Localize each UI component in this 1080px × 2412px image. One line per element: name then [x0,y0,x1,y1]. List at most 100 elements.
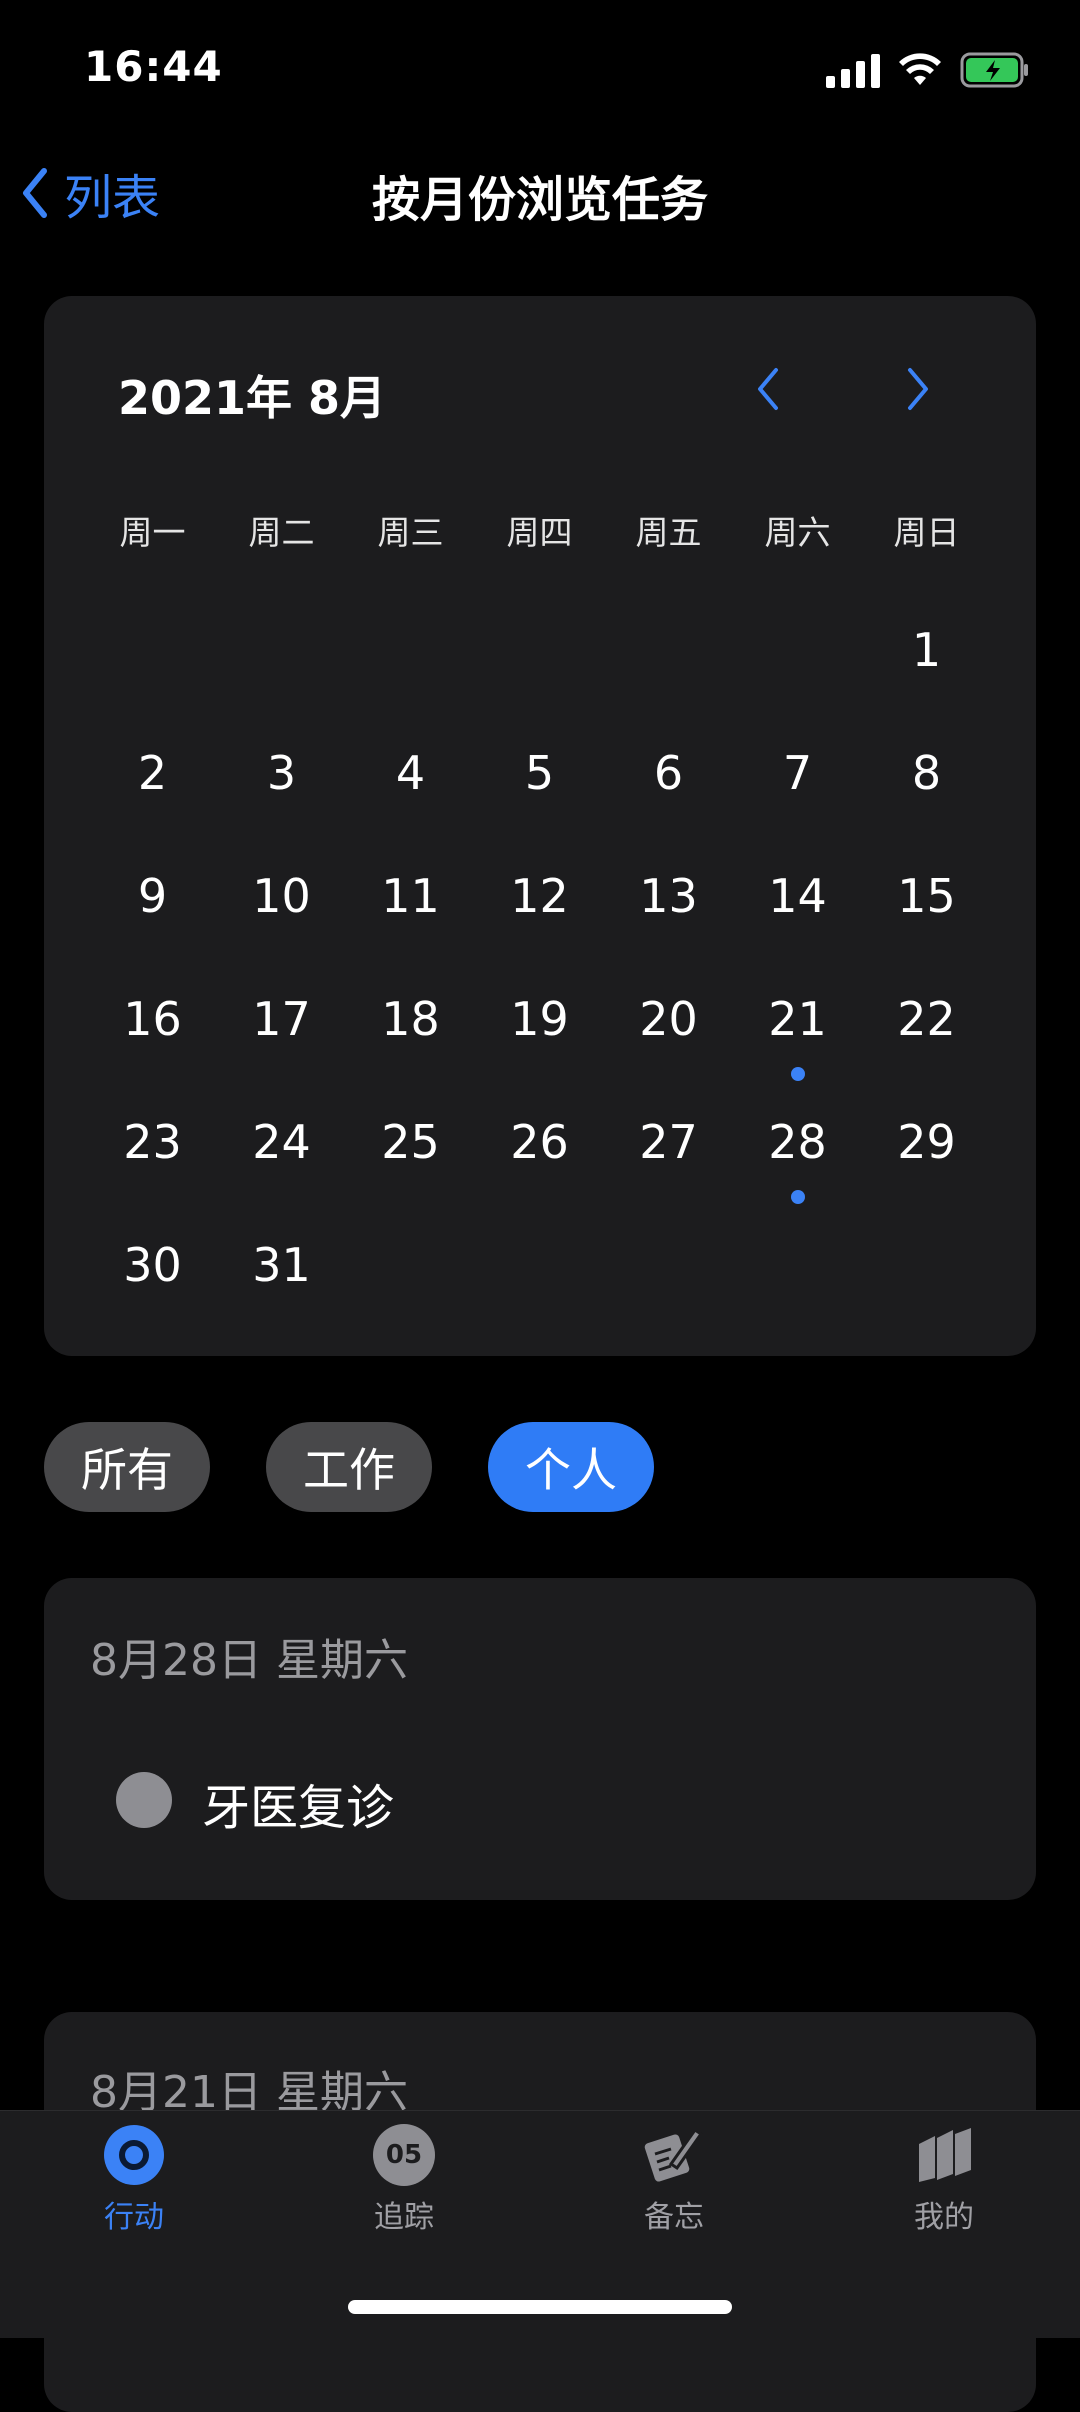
next-month-button[interactable] [904,366,932,416]
target-icon [104,2125,164,2185]
calendar-day-number: 6 [653,746,684,800]
calendar-day[interactable]: 14 [733,864,862,987]
weekday-label: 周四 [506,513,573,552]
calendar-day[interactable]: 5 [475,741,604,864]
calendar-day[interactable]: 16 [88,987,217,1110]
calendar-day-number: 30 [123,1238,182,1292]
weekday-label: 周五 [635,513,702,552]
task-title[interactable]: 牙医复诊 [202,1768,394,1838]
calendar-day-number: 28 [768,1115,827,1169]
calendar-day-number: 16 [123,992,182,1046]
calendar-empty-cell [733,1233,862,1356]
calendar-day[interactable]: 30 [88,1233,217,1356]
calendar-day[interactable]: 9 [88,864,217,987]
calendar-day[interactable]: 20 [604,987,733,1110]
calendar-day[interactable]: 19 [475,987,604,1110]
page-title: 按月份浏览任务 [371,172,708,228]
calendar-day[interactable]: 6 [604,741,733,864]
calendar-day[interactable]: 8 [862,741,991,864]
calendar-day-number: 22 [897,992,956,1046]
previous-month-button[interactable] [754,366,782,416]
calendar-day[interactable]: 26 [475,1110,604,1233]
wifi-icon [899,53,941,85]
calendar-day[interactable]: 25 [346,1110,475,1233]
calendar-day-number: 19 [510,992,569,1046]
calendar-day[interactable]: 29 [862,1110,991,1233]
filter-personal-button[interactable]: 个人 [488,1422,654,1512]
tab-mine[interactable]: 我的 [864,2124,1024,2236]
tab-label: 追踪 [374,2200,434,2235]
memo-pen-icon [644,2127,704,2182]
calendar-day-number: 24 [252,1115,311,1169]
calendar-empty-cell [88,618,217,741]
calendar-day[interactable]: 18 [346,987,475,1110]
calendar-day-number: 17 [252,992,311,1046]
calendar-empty-cell [475,1233,604,1356]
calendar-day[interactable]: 2 [88,741,217,864]
chevron-left-icon [758,368,778,410]
calendar-day-number: 8 [911,746,942,800]
books-icon [919,2128,971,2182]
calendar-day[interactable]: 10 [217,864,346,987]
weekday-label: 周二 [248,513,315,552]
calendar-day-number: 29 [897,1115,956,1169]
tab-label: 我的 [914,2200,974,2235]
tab-memo[interactable]: 备忘 [594,2124,754,2236]
chevron-right-icon [908,368,928,410]
calendar-day[interactable]: 24 [217,1110,346,1233]
calendar-day-number: 2 [137,746,168,800]
calendar-day[interactable]: 13 [604,864,733,987]
status-icons [826,48,1030,92]
calendar-day[interactable]: 23 [88,1110,217,1233]
calendar-day-number: 26 [510,1115,569,1169]
calendar-day-number: 4 [395,746,426,800]
calendar-day-number: 11 [381,869,440,923]
battery-charging-icon [960,52,1028,88]
calendar-days-grid: 1 2 3 4 5 6 7 8 9 10 11 12 13 14 15 16 17 18 19 20 21 22 23 24 2… [88,618,992,1356]
status-time: 16:44 [84,42,223,91]
calendar-day[interactable]: 27 [604,1110,733,1233]
calendar-empty-cell [475,618,604,741]
calendar-day[interactable]: 21 [733,987,862,1110]
tab-label: 备忘 [644,2200,704,2235]
calendar-day-number: 12 [510,869,569,923]
tab-label: 行动 [104,2200,164,2235]
calendar-day-number: 13 [639,869,698,923]
task-checkbox[interactable] [116,1772,172,1828]
calendar-day[interactable]: 12 [475,864,604,987]
calendar-day-number: 23 [123,1115,182,1169]
calendar-day-number: 3 [266,746,297,800]
calendar-month-title: 2021年 8月 [118,371,387,425]
calendar-day-number: 5 [524,746,555,800]
weekday-label: 周一 [119,513,186,552]
filter-all-button[interactable]: 所有 [44,1422,210,1512]
task-group-date: 8月28日 星期六 [90,1635,408,1686]
calendar-day[interactable]: 28 [733,1110,862,1233]
weekday-label: 周日 [893,513,960,552]
calendar-day-number: 14 [768,869,827,923]
calendar-day[interactable]: 4 [346,741,475,864]
calendar-day[interactable]: 15 [862,864,991,987]
tab-tracking[interactable]: 05 追踪 [324,2124,484,2236]
cellular-signal-icon [826,52,880,88]
weekday-header: 周一 周二 周三 周四 周五 周六 周日 [88,506,992,554]
calendar-day[interactable]: 22 [862,987,991,1110]
home-indicator [348,2300,732,2314]
calendar-empty-cell [604,1233,733,1356]
tab-action[interactable]: 行动 [54,2124,214,2236]
tab-badge: 05 [385,2140,423,2170]
task-marker-dot [790,1067,805,1081]
calendar-day[interactable]: 17 [217,987,346,1110]
day-counter-icon: 05 [373,2124,435,2186]
weekday-label: 周六 [764,513,831,552]
calendar-day-number: 1 [911,623,942,677]
calendar-day-number: 20 [639,992,698,1046]
calendar-day[interactable]: 11 [346,864,475,987]
calendar-day-number: 31 [252,1238,311,1292]
calendar-day[interactable]: 3 [217,741,346,864]
calendar-day[interactable]: 7 [733,741,862,864]
calendar-day[interactable]: 1 [862,618,991,741]
calendar-day[interactable]: 31 [217,1233,346,1356]
calendar-day-number: 9 [137,869,168,923]
filter-work-button[interactable]: 工作 [266,1422,432,1512]
